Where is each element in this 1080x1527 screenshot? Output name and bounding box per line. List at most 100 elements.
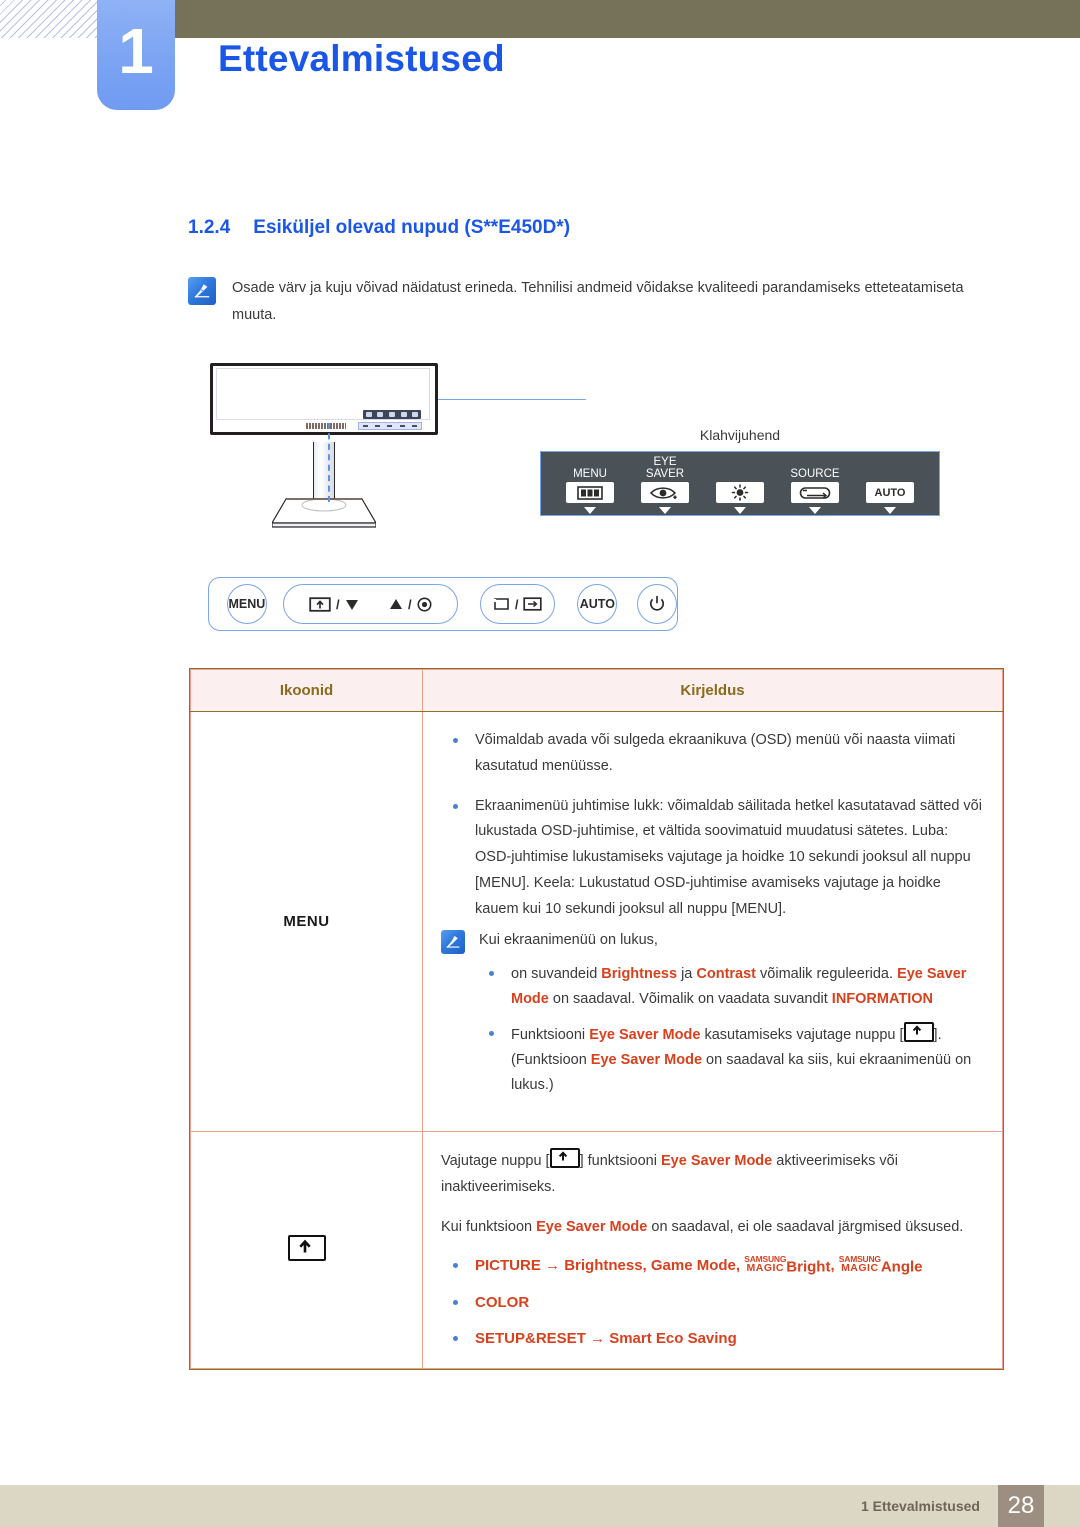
monitor-diagram: Klahvijuhend MENU EYE SAVER SOURCE AUTO … (188, 355, 998, 645)
note-pen-glyph (194, 284, 210, 298)
section-heading: 1.2.4 Esiküljel olevad nupud (S**E450D*) (188, 217, 570, 239)
front-power-button[interactable] (637, 584, 677, 624)
section-number: 1.2.4 (188, 217, 231, 238)
page-number: 28 (998, 1485, 1044, 1527)
bullet-text: Ekraanimenüü juhtimise lukk: võimaldab s… (475, 797, 982, 917)
list-item: on suvandeid Brightness ja Contrast võim… (479, 962, 988, 1012)
chapter-title: Ettevalmistused (218, 38, 505, 79)
page-footer: 1 Ettevalmistused 28 (0, 1485, 1080, 1527)
subnote-title: Kui ekraanimenüü on lukus, (479, 931, 658, 948)
subnote-list: on suvandeid Brightness ja Contrast võim… (479, 962, 988, 1098)
row-description-cell-eye-saver: Vajutage nuppu [] funktsiooni Eye Saver … (422, 1131, 1003, 1370)
table-row: MENU Võimaldab avada või sulgeda ekraani… (190, 710, 1003, 1133)
subnote-body: Kui ekraanimenüü on lukus, on suvandeid … (479, 929, 988, 1108)
up-arrow-box-icon (549, 1148, 580, 1169)
up-arrow-box-icon (903, 1021, 934, 1042)
leader-line-vertical (328, 423, 330, 502)
chapter-number-tab: 1 (97, 0, 175, 110)
key-guide-label: Klahvijuhend (699, 427, 781, 443)
arrow-icon: → (545, 1256, 561, 1274)
menu-path-root: PICTURE (475, 1256, 541, 1274)
monitor-front-button-strip (358, 422, 422, 430)
magic-word: Bright (786, 1258, 831, 1276)
magic-superscript: MAGIC (746, 1261, 784, 1274)
slash-separator: / (408, 596, 412, 612)
row-icon-cell-menu: MENU (190, 710, 423, 1133)
text-fragment: Funktsiooni (511, 1026, 590, 1043)
menu-bars-icon (566, 482, 614, 503)
text-fragment: kasutamiseks vajutage nuppu [ (700, 1026, 904, 1043)
header-olive-bar (170, 0, 1080, 38)
highlight-brightness: Brightness (601, 965, 678, 982)
chevron-down-icon (659, 507, 671, 514)
power-icon (650, 596, 665, 611)
samsung-logo (306, 423, 346, 429)
chevron-down-icon (584, 507, 596, 514)
key-guide-item-auto: AUTO (857, 456, 923, 514)
brightness-dot-icon (417, 597, 432, 611)
menu-path-items: Smart Eco Saving (609, 1329, 737, 1347)
triangle-down-icon (345, 599, 358, 610)
slash-separator: / (514, 596, 519, 612)
source-box-icon (493, 598, 509, 610)
highlight-eye-saver-mode: Eye Saver Mode (536, 1219, 648, 1236)
chevron-down-icon (809, 507, 821, 514)
section-title: Esiküljel olevad nupud (S**E450D*) (253, 217, 571, 238)
eye-saver-paragraph-1: Vajutage nuppu [] funktsiooni Eye Saver … (441, 1148, 988, 1201)
magic-prefix: SAMSUNG MAGIC (839, 1255, 881, 1273)
text-fragment: on saadaval. Võimalik on vaadata suvandi… (548, 990, 832, 1007)
key-guide-item-source: SOURCE (782, 456, 848, 514)
highlight-information: INFORMATION (831, 990, 934, 1007)
up-arrow-box-icon (287, 1234, 326, 1261)
text-fragment: on saadaval, ei ole saadaval järgmised ü… (647, 1219, 964, 1236)
note-icon (441, 929, 465, 954)
slash-separator: / (335, 596, 340, 612)
menu-subnote: Kui ekraanimenüü on lukus, on suvandeid … (441, 929, 988, 1108)
chevron-down-icon (734, 507, 746, 514)
key-guide-caption: MENU (573, 467, 607, 480)
front-eye-saver-down-button[interactable]: / (309, 597, 359, 612)
menu-label: MENU (283, 912, 330, 930)
up-arrow-box-icon (309, 596, 331, 612)
page-header: 1 Ettevalmistused (0, 0, 1080, 110)
list-item: SETUP&RESET → Smart Eco Saving (441, 1328, 988, 1351)
front-nav-pill[interactable]: / / (282, 584, 458, 624)
note-pen-glyph (446, 935, 460, 948)
list-item: Funktsiooni Eye Saver Mode kasutamiseks … (479, 1021, 988, 1098)
text-fragment: ja (677, 965, 697, 982)
magic-prefix: SAMSUNG MAGIC (744, 1255, 786, 1273)
monitor-key-guide-strip (363, 410, 421, 419)
list-item: COLOR (441, 1292, 988, 1315)
table-row: Vajutage nuppu [] funktsiooni Eye Saver … (190, 1131, 1003, 1370)
text-fragment: ] funktsiooni (579, 1153, 661, 1170)
front-auto-button[interactable]: AUTO (577, 584, 618, 624)
note-icon (188, 277, 216, 305)
list-item: Ekraanimenüü juhtimise lukk: võimaldab s… (441, 794, 988, 923)
row-icon-cell-eye-saver (190, 1131, 423, 1370)
table-header-icons: Ikoonid (190, 669, 423, 712)
key-guide-caption: EYE SAVER (645, 456, 685, 480)
menu-path-root: COLOR (475, 1294, 530, 1312)
chevron-down-icon (884, 507, 896, 514)
note-block: Osade värv ja kuju võivad näidatust erin… (188, 275, 988, 329)
eye-saver-icon (641, 482, 689, 503)
list-item: PICTURE → Brightness, Game Mode, SAMSUNG… (441, 1255, 988, 1280)
magic-superscript: MAGIC (841, 1261, 879, 1274)
front-menu-button[interactable]: MENU (227, 584, 267, 624)
monitor-stand-base (272, 498, 376, 528)
highlight-eye-saver-mode: Eye Saver Mode (661, 1153, 773, 1170)
note-text: Osade värv ja kuju võivad näidatust erin… (232, 280, 964, 323)
key-guide-panel: MENU EYE SAVER SOURCE AUTO (540, 451, 940, 516)
menu-path-items: Brightness, Game Mode, (564, 1256, 745, 1274)
front-up-brightness-button[interactable]: / (389, 597, 432, 612)
menu-path-root: SETUP&RESET (475, 1329, 586, 1347)
list-item: Võimaldab avada või sulgeda ekraanikuva … (441, 728, 988, 780)
front-source-enter-button[interactable]: / (479, 584, 556, 624)
arrow-icon: → (590, 1329, 606, 1347)
key-guide-item-menu: MENU (557, 456, 623, 514)
text-fragment: võimalik reguleerida. (756, 965, 898, 982)
table-header-row: Ikoonid Kirjeldus (190, 669, 1003, 712)
menu-bullet-list: Võimaldab avada või sulgeda ekraanikuva … (441, 728, 988, 923)
magic-word: Angle (880, 1258, 923, 1276)
highlight-contrast: Contrast (696, 965, 757, 982)
